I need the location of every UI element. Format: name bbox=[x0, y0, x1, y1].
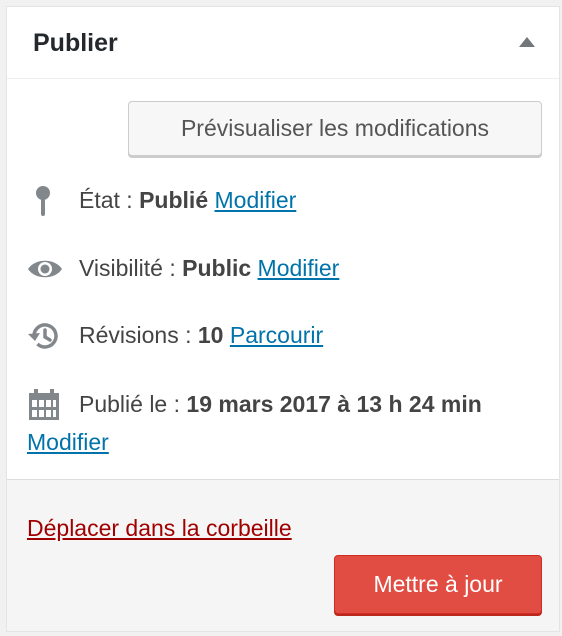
published-date: 19 mars 2017 à 13 h 24 min bbox=[186, 391, 482, 417]
visibility-value: Public bbox=[182, 255, 252, 281]
visibility-label: Visibilité : bbox=[79, 255, 176, 281]
eye-icon bbox=[28, 260, 62, 278]
history-icon bbox=[28, 323, 58, 349]
publish-panel: Publier Prévisualiser les modifications … bbox=[6, 6, 560, 632]
update-button[interactable]: Mettre à jour bbox=[334, 555, 542, 614]
browse-revisions-link[interactable]: Parcourir bbox=[230, 322, 323, 348]
status-value: Publié bbox=[139, 187, 209, 213]
move-to-trash-link[interactable]: Déplacer dans la corbeille bbox=[27, 513, 292, 543]
revisions-label: Révisions : bbox=[79, 322, 192, 348]
edit-visibility-link[interactable]: Modifier bbox=[258, 255, 340, 281]
panel-header: Publier bbox=[7, 7, 559, 79]
edit-published-date-link[interactable]: Modifier bbox=[27, 427, 109, 457]
collapse-toggle-icon[interactable] bbox=[519, 37, 535, 47]
preview-changes-button[interactable]: Prévisualiser les modifications bbox=[128, 101, 542, 156]
panel-footer: Déplacer dans la corbeille Mettre à jour bbox=[7, 479, 559, 631]
status-label: État : bbox=[79, 187, 133, 213]
pin-icon bbox=[36, 186, 50, 216]
panel-title: Publier bbox=[33, 29, 118, 57]
published-label: Publié le : bbox=[79, 391, 181, 417]
calendar-icon bbox=[29, 389, 59, 420]
revisions-count: 10 bbox=[197, 322, 224, 348]
edit-status-link[interactable]: Modifier bbox=[215, 187, 297, 213]
